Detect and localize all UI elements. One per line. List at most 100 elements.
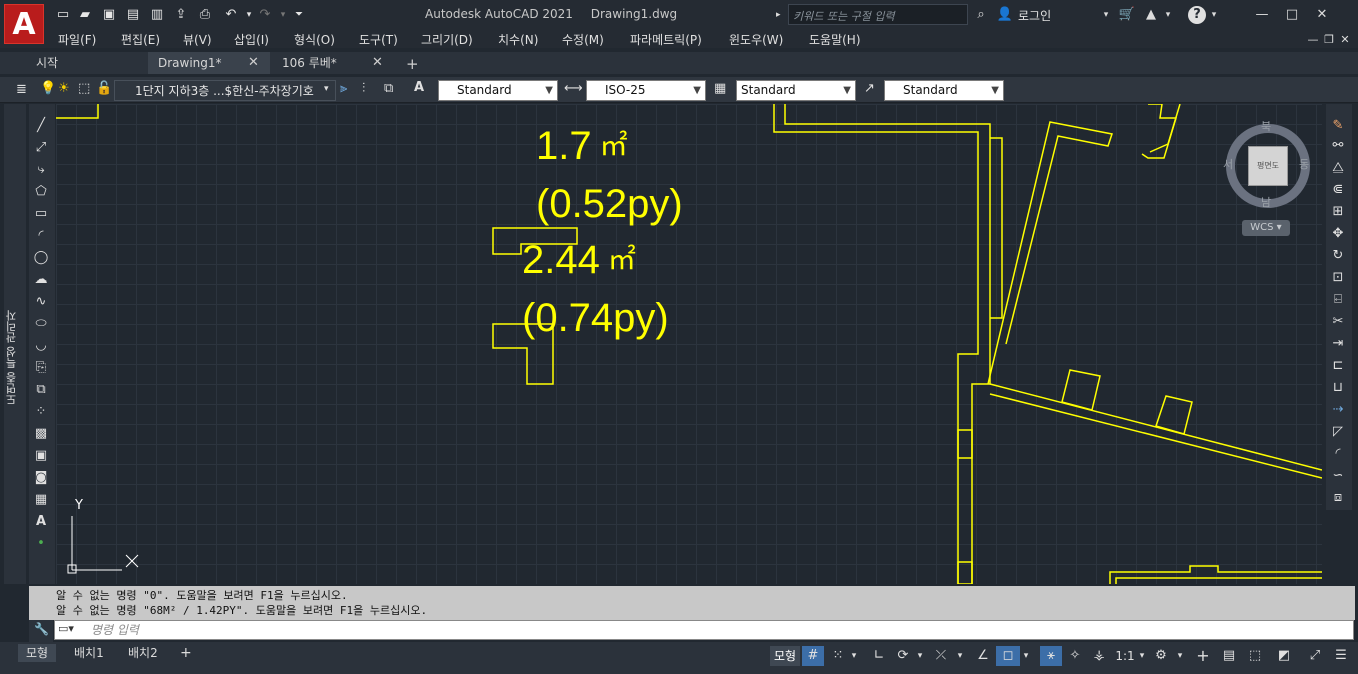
doc-close-icon[interactable]: ✕ — [1338, 31, 1352, 49]
quick-properties-icon[interactable]: ⬚ — [1244, 646, 1266, 666]
object-snap-dropdown-icon[interactable]: ▾ — [1020, 646, 1032, 666]
rotate-icon[interactable]: ↻ — [1328, 246, 1348, 266]
layout-tab-layout2[interactable]: 배치2 — [120, 644, 166, 662]
viewcube-east[interactable]: 동 — [1299, 156, 1309, 172]
graphics-performance-icon[interactable]: ◩ — [1272, 646, 1296, 666]
viewcube-face[interactable]: 평면도 — [1248, 146, 1288, 186]
autodesk-app-icon[interactable]: ▲ — [1142, 6, 1160, 24]
customization-icon[interactable]: ☰ — [1330, 646, 1352, 666]
mirror-icon[interactable]: ⧋ — [1328, 158, 1348, 178]
lock-icon[interactable]: 🔓 — [96, 81, 112, 96]
layer-dropdown-arrow-icon[interactable]: ▾ — [324, 84, 329, 94]
menu-dimension[interactable]: 치수(N) — [498, 31, 538, 48]
redo-icon[interactable]: ↷ — [256, 6, 274, 24]
menu-insert[interactable]: 삽입(I) — [234, 31, 269, 48]
undo-icon[interactable]: ↶ — [222, 6, 240, 24]
wcs-menu[interactable]: WCS ▾ — [1242, 220, 1290, 236]
scale-dropdown-icon[interactable]: ▾ — [1136, 646, 1148, 666]
save-as-icon[interactable]: ▤ — [124, 6, 142, 24]
object-snap-tracking-icon[interactable]: ∠ — [972, 646, 994, 666]
customize-quick-access-icon[interactable]: ⏷ — [290, 6, 308, 24]
join-icon[interactable]: ⇢ — [1328, 400, 1348, 420]
table-icon[interactable]: ▦ — [31, 490, 51, 510]
annotation-scale-icon[interactable]: ⚶ — [1088, 646, 1110, 666]
extend-icon[interactable]: ⇥ — [1328, 334, 1348, 354]
maximize-icon[interactable]: □ — [1282, 6, 1302, 24]
plot-icon[interactable]: ⎙ — [196, 6, 214, 24]
menu-draw[interactable]: 그리기(D) — [421, 31, 473, 48]
array-icon[interactable]: ⊞ — [1328, 202, 1348, 222]
recent-commands-icon[interactable]: ▭▾ — [58, 622, 74, 635]
stretch-icon[interactable]: ⍇ — [1328, 290, 1348, 310]
chamfer-icon[interactable]: ◸ — [1328, 422, 1348, 442]
viewcube-north[interactable]: 북 — [1261, 118, 1271, 134]
revision-cloud-icon[interactable]: ☁ — [31, 270, 51, 290]
grid-icon[interactable]: # — [802, 646, 824, 666]
cart-icon[interactable]: 🛒 — [1118, 6, 1136, 24]
user-icon[interactable]: 👤 — [996, 6, 1014, 24]
search-expand-icon[interactable]: ▸ — [776, 6, 781, 24]
fillet-icon[interactable]: ◜ — [1328, 444, 1348, 464]
search-input[interactable]: 키워드 또는 구절 입력 — [788, 4, 968, 25]
text-style-dropdown[interactable]: Standard ▼ — [438, 80, 558, 101]
menu-help[interactable]: 도움말(H) — [809, 31, 861, 48]
hatch-icon[interactable]: ▩ — [31, 424, 51, 444]
menu-modify[interactable]: 수정(M) — [562, 31, 604, 48]
menu-format[interactable]: 형식(O) — [294, 31, 335, 48]
minimize-icon[interactable]: — — [1252, 6, 1272, 24]
scale-icon[interactable]: ⊡ — [1328, 268, 1348, 288]
layout-tab-layout1[interactable]: 배치1 — [66, 644, 112, 662]
tab-drawing1-close-icon[interactable]: ✕ — [248, 55, 259, 70]
menu-tools[interactable]: 도구(T) — [359, 31, 398, 48]
make-block-icon[interactable]: ⧉ — [31, 380, 51, 400]
polar-dropdown-icon[interactable]: ▾ — [914, 646, 926, 666]
dim-style-dropdown[interactable]: ISO-25 ▼ — [586, 80, 706, 101]
viewcube-south[interactable]: 남 — [1261, 194, 1271, 210]
move-icon[interactable]: ✥ — [1328, 224, 1348, 244]
spline-icon[interactable]: ∿ — [31, 292, 51, 312]
break-icon[interactable]: ⊔ — [1328, 378, 1348, 398]
units-icon[interactable]: ▤ — [1218, 646, 1240, 666]
annotation-monitor-icon[interactable]: + — [1192, 646, 1214, 666]
annotation-visibility-icon[interactable]: ⚹ — [1040, 646, 1062, 666]
workspace-dropdown-icon[interactable]: ▾ — [1174, 646, 1186, 666]
menu-window[interactable]: 윈도우(W) — [729, 31, 783, 48]
polyline-icon[interactable]: ⤷ — [31, 160, 51, 180]
layout-tab-model[interactable]: 모형 — [18, 644, 57, 662]
doc-minimize-icon[interactable]: — — [1306, 31, 1320, 49]
ellipse-arc-icon[interactable]: ◡ — [31, 336, 51, 356]
layer-dropdown[interactable]: 1단지 지하3층 ...$한신-주차장기호 — [114, 80, 336, 101]
region-icon[interactable]: ◙ — [31, 468, 51, 488]
signin-link[interactable]: 로그인 — [1018, 7, 1051, 24]
save-icon[interactable]: ▣ — [100, 6, 118, 24]
offset-icon[interactable]: ⋐ — [1328, 180, 1348, 200]
polygon-icon[interactable]: ⬠ — [31, 182, 51, 202]
model-space-button[interactable]: 모형 — [770, 646, 801, 666]
table-style-icon[interactable]: ▦ — [714, 81, 726, 96]
workspace-gear-icon[interactable]: ⚙ — [1150, 646, 1172, 666]
scale-selector[interactable]: 1:1 — [1112, 646, 1138, 666]
snap-dropdown-icon[interactable]: ▾ — [848, 646, 860, 666]
viewport-freeze-icon[interactable]: ⬚ — [78, 81, 90, 96]
explode-icon[interactable]: ⧈ — [1328, 488, 1348, 508]
lightbulb-icon[interactable]: 💡 — [40, 81, 56, 96]
search-icon[interactable]: ⌕ — [972, 6, 990, 24]
snap-icon[interactable]: ⁙ — [828, 646, 848, 666]
layer-previous-icon[interactable]: ⫶ — [362, 81, 365, 96]
add-selected-icon[interactable]: • — [31, 534, 51, 554]
add-layout-icon[interactable]: + — [172, 644, 200, 662]
table-style-dropdown[interactable]: Standard ▼ — [736, 80, 856, 101]
arc-icon[interactable]: ◜ — [31, 226, 51, 246]
new-icon[interactable]: ▭ — [54, 6, 72, 24]
line-icon[interactable]: ╱ — [31, 116, 51, 136]
point-icon[interactable]: ⁘ — [31, 402, 51, 422]
object-snap-icon[interactable]: ◻ — [996, 646, 1020, 666]
open-icon[interactable]: ▰ — [76, 6, 94, 24]
layer-state-icon[interactable]: ⧉ — [384, 81, 393, 96]
menu-parametric[interactable]: 파라메트릭(P) — [630, 31, 702, 48]
auto-scale-icon[interactable]: ✧ — [1064, 646, 1086, 666]
isodraft-icon[interactable]: ⤫ — [930, 646, 952, 666]
construction-line-icon[interactable]: ⤢ — [31, 138, 51, 158]
insert-block-icon[interactable]: ⎘ — [31, 358, 51, 378]
make-current-layer-icon[interactable]: ⫸ — [340, 81, 347, 96]
